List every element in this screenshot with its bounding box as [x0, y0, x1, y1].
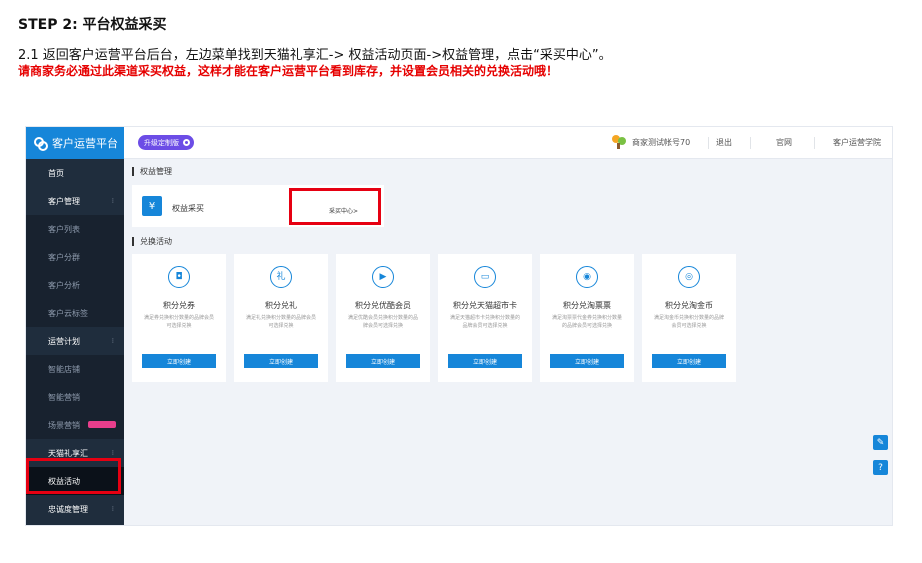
edit-icon[interactable]: ✎ [873, 435, 888, 450]
academy-link[interactable]: 客户运营学院 [833, 137, 881, 148]
sidebar-item-operation-plan[interactable]: 运营计划 ⁞ [26, 327, 124, 355]
new-badge [88, 421, 116, 428]
divider [814, 137, 815, 149]
exchange-card-taopiaopiao: ◉ 积分兑淘票票 满足淘票票代金券兑换积分数量的品牌会员可选择兑换 立即创建 [540, 254, 634, 382]
yen-icon: ¥ [142, 196, 162, 216]
create-now-button[interactable]: 立即创建 [448, 354, 522, 368]
sidebar-item-label: 忠诚度管理 [48, 504, 88, 514]
card-description: 满足淘票票代金券兑换积分数量的品牌会员可选择兑换 [551, 315, 622, 329]
create-now-button[interactable]: 立即创建 [550, 354, 624, 368]
expand-icon: ⁞ [111, 337, 114, 345]
sidebar-item-smart-marketing[interactable]: 智能营销 [26, 383, 124, 411]
sidebar-item-cloud-tags[interactable]: 客户云标签 [26, 299, 124, 327]
brand-title: 客户运营平台 [52, 137, 118, 150]
rights-section-title: 权益管理 [132, 167, 172, 176]
card-title: 积分兑天猫超市卡 [453, 301, 517, 310]
document-warning: 请商家务必通过此渠道采买权益，这样才能在客户运营平台看到库存，并设置会员相关的兑… [18, 64, 559, 78]
card-title: 积分兑礼 [265, 301, 297, 310]
flower-logo-icon [34, 137, 48, 151]
document-step-title: STEP 2: 平台权益采买 [18, 17, 167, 33]
sidebar-item-smart-store[interactable]: 智能店铺 [26, 355, 124, 383]
sidebar-item-label: 天猫礼享汇 [48, 448, 88, 458]
card-description: 满足优酷会员兑换积分数量的品牌会员可选择兑换 [347, 315, 418, 329]
shop-avatar-icon [612, 135, 626, 149]
sidebar-item-label: 运营计划 [48, 336, 80, 346]
divider [708, 137, 709, 149]
brand-header[interactable]: 客户运营平台 [26, 127, 124, 159]
sidebar-item-customer-management[interactable]: 客户管理 ⁞ [26, 187, 124, 215]
sidebar-item-customer-groups[interactable]: 客户分群 [26, 243, 124, 271]
exchange-card-gold-coin: ◎ 积分兑淘金币 满足淘金币兑换积分数量的品牌会员可选择兑换 立即创建 [642, 254, 736, 382]
expand-icon: ⁞ [111, 449, 114, 457]
sidebar-item-label: 客户分群 [48, 252, 80, 262]
card-description: 满足券兑换积分数量的品牌会员可选择兑换 [143, 315, 214, 329]
create-now-button[interactable]: 立即创建 [652, 354, 726, 368]
sidebar-item-customer-list[interactable]: 客户列表 [26, 215, 124, 243]
logout-link[interactable]: 退出 [716, 137, 732, 148]
sidebar-item-home[interactable]: 首页 [26, 159, 124, 187]
divider [750, 137, 751, 149]
sidebar-item-label: 首页 [48, 168, 64, 178]
sidebar-item-label: 客户列表 [48, 224, 80, 234]
sidebar-item-label: 智能店铺 [48, 364, 80, 374]
exchange-card-supermarket: ▭ 积分兑天猫超市卡 满足天猫超市卡兑换积分数量的品牌会员可选择兑换 立即创建 [438, 254, 532, 382]
ticket-icon: ◘ [168, 266, 190, 288]
exchange-card-youku: ▶ 积分兑优酷会员 满足优酷会员兑换积分数量的品牌会员可选择兑换 立即创建 [336, 254, 430, 382]
card-title: 积分兑券 [163, 301, 195, 310]
sidebar-item-label: 客户管理 [48, 196, 80, 206]
sidebar-item-loyalty-management[interactable]: 忠诚度管理 ⁞ [26, 495, 124, 523]
highlight-box-purchase-center [289, 188, 381, 225]
sidebar-item-label: 智能营销 [48, 392, 80, 402]
sidebar-item-scene-marketing[interactable]: 场景营销 [26, 411, 124, 439]
sidebar-item-label: 客户云标签 [48, 308, 88, 318]
card-title: 积分兑淘票票 [563, 301, 611, 310]
card-description: 满足礼兑换积分数量的品牌会员可选择兑换 [245, 315, 316, 329]
sidebar-item-customer-analysis[interactable]: 客户分析 [26, 271, 124, 299]
expand-icon: ⁞ [111, 197, 114, 205]
card-description: 满足天猫超市卡兑换积分数量的品牌会员可选择兑换 [449, 315, 520, 329]
official-site-link[interactable]: 官网 [776, 137, 792, 148]
card-description: 满足淘金币兑换积分数量的品牌会员可选择兑换 [653, 315, 724, 329]
exchange-card-coupon: ◘ 积分兑券 满足券兑换积分数量的品牌会员可选择兑换 立即创建 [132, 254, 226, 382]
expand-icon: ⁞ [111, 505, 114, 513]
document-instruction: 2.1 返回客户运营平台后台，左边菜单找到天猫礼享汇-> 权益活动页面->权益管… [18, 48, 612, 63]
sidebar-item-label: 场景营销 [48, 420, 80, 430]
card-title: 积分兑淘金币 [665, 301, 713, 310]
gift-icon: 礼 [270, 266, 292, 288]
sidebar-item-label: 客户分析 [48, 280, 80, 290]
card-title: 积分兑优酷会员 [355, 301, 411, 310]
highlight-box-rights-activity [26, 458, 121, 494]
app-screenshot: 客户运营平台 首页 客户管理 ⁞ 客户列表 客户分群 客户分析 客户云标签 运营计… [25, 126, 893, 526]
coin-icon: ◎ [678, 266, 700, 288]
upgrade-button[interactable]: 升级定制版 [138, 135, 194, 150]
youku-icon: ▶ [372, 266, 394, 288]
account-name: 商家测试帐号70 [632, 137, 691, 147]
help-icon[interactable]: ? [873, 460, 888, 475]
account-info[interactable]: 商家测试帐号70 [612, 135, 690, 149]
create-now-button[interactable]: 立即创建 [142, 354, 216, 368]
upgrade-label: 升级定制版 [144, 138, 179, 147]
exchange-section-title: 兑换活动 [132, 237, 172, 246]
card-icon: ▭ [474, 266, 496, 288]
create-now-button[interactable]: 立即创建 [346, 354, 420, 368]
settings-dot-icon [183, 139, 190, 146]
exchange-card-gift: 礼 积分兑礼 满足礼兑换积分数量的品牌会员可选择兑换 立即创建 [234, 254, 328, 382]
movie-ticket-icon: ◉ [576, 266, 598, 288]
rights-purchase-label: 权益采买 [172, 204, 204, 213]
create-now-button[interactable]: 立即创建 [244, 354, 318, 368]
top-bar: 升级定制版 商家测试帐号70 退出 官网 客户运营学院 [124, 127, 892, 159]
